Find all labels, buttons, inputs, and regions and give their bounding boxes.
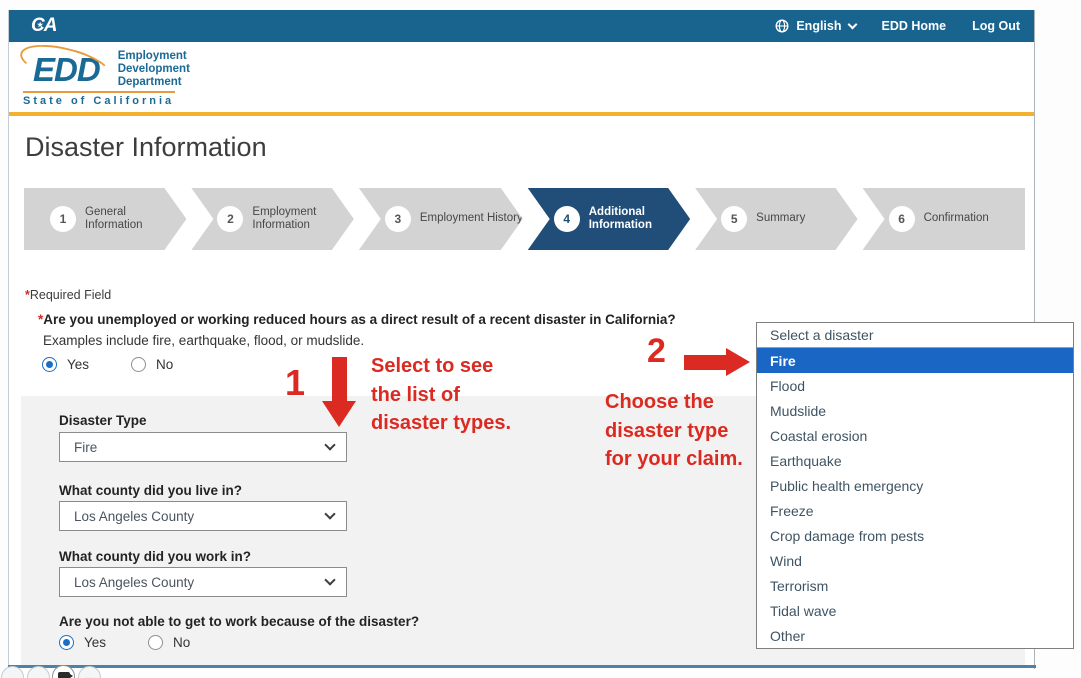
camera-icon [58,672,70,678]
disaster-type-dropdown-list: Select a disaster Fire Flood Mudslide Co… [756,322,1074,649]
topbar: CA ★ English EDD Home Log Out [9,10,1034,42]
edd-page: CA ★ English EDD Home Log Out EDD Em [8,10,1035,669]
annotation-line: disaster type [605,417,743,446]
disaster-type-value: Fire [74,440,97,455]
county-work-select[interactable]: Los Angeles County [59,567,347,597]
red-down-arrow-icon [332,357,347,403]
chevron-down-icon [847,20,857,30]
work-access-question-label: Are you not able to get to work because … [59,614,419,629]
annotation-step1-text: Select to see the list of disaster types… [371,352,511,438]
radio-no-label: No [156,357,173,372]
step-number: 1 [50,206,76,232]
annotation-line: Select to see [371,352,511,381]
annotation-step2-number: 2 [647,332,666,371]
chevron-down-icon [324,574,335,585]
step-wizard: 1 General Information 2 Employment Infor… [24,188,1025,250]
disaster-question-hint: Examples include fire, earthquake, flood… [43,333,364,348]
language-selector[interactable]: English [775,19,855,33]
dropdown-option-public-health-emergency[interactable]: Public health emergency [757,473,1073,498]
step-number: 3 [385,206,411,232]
wizard-step-general-information[interactable]: 1 General Information [24,188,186,250]
annotation-step2-text: Choose the disaster type for your claim. [605,388,743,474]
radio-yes-label: Yes [67,357,89,372]
step-number: 6 [889,206,915,232]
red-down-arrow-head [322,401,356,427]
disaster-type-label: Disaster Type [59,413,147,428]
edd-logo-mark: EDD [23,51,110,89]
county-work-label: What county did you work in? [59,549,251,564]
radio-yes-selected[interactable] [59,635,74,650]
ca-state-logo[interactable]: CA ★ [31,15,56,37]
required-field-note: *Required Field [25,288,111,302]
top-navigation: English EDD Home Log Out [775,19,1020,33]
dropdown-option-terrorism[interactable]: Terrorism [757,573,1073,598]
step-number: 4 [554,206,580,232]
wizard-step-summary[interactable]: 5 Summary [695,188,857,250]
step-label: Confirmation [924,212,989,226]
wizard-step-additional-information[interactable]: 4 Additional Information [528,188,690,250]
annotation-step1-number: 1 [285,362,305,404]
disaster-question-label: *Are you unemployed or working reduced h… [38,312,676,327]
dropdown-option-other[interactable]: Other [757,623,1073,648]
step-label: Employment Information [252,206,324,233]
annotation-line: Choose the [605,388,743,417]
radio-no-label: No [173,635,190,650]
edd-logo-line3: Department [118,76,190,89]
dropdown-option-wind[interactable]: Wind [757,548,1073,573]
dropdown-option-select-a-disaster[interactable]: Select a disaster [757,323,1073,348]
ca-logo-text: CA [31,15,56,36]
wizard-step-confirmation[interactable]: 6 Confirmation [863,188,1025,250]
dropdown-option-mudslide[interactable]: Mudslide [757,398,1073,423]
required-note-text: Required Field [30,288,111,302]
dropdown-option-fire-selected[interactable]: Fire [757,348,1073,373]
radio-no[interactable] [148,635,163,650]
screenshot-canvas: CA ★ English EDD Home Log Out EDD Em [0,0,1081,678]
county-work-value: Los Angeles County [74,575,194,590]
county-live-label: What county did you live in? [59,483,242,498]
dropdown-option-crop-damage-from-pests[interactable]: Crop damage from pests [757,523,1073,548]
step-label: General Information [85,206,157,233]
annotation-line: the list of [371,381,511,410]
dropdown-option-coastal-erosion[interactable]: Coastal erosion [757,423,1073,448]
step-label: Additional Information [589,206,661,233]
wizard-step-employment-history[interactable]: 3 Employment History [359,188,523,250]
dropdown-option-tidal-wave[interactable]: Tidal wave [757,598,1073,623]
edd-logo: EDD Employment Development Department St… [23,50,253,112]
radio-no[interactable] [131,357,146,372]
logout-link[interactable]: Log Out [972,19,1020,33]
edd-logo-line1: Employment [118,50,190,63]
dropdown-option-freeze[interactable]: Freeze [757,498,1073,523]
work-access-radio-group: Yes No [59,635,190,650]
chevron-down-icon [324,439,335,450]
step-label: Employment History [420,212,523,226]
state-of-california-label: State of California [23,91,175,107]
red-right-arrow-icon [684,355,728,370]
annotation-line: for your claim. [605,445,743,474]
disaster-type-select[interactable]: Fire [59,432,347,462]
edd-logo-text: Employment Development Department [118,50,190,89]
annotation-line: disaster types. [371,409,511,438]
disaster-question-radio-group: Yes No [42,357,173,372]
radio-yes-selected[interactable] [42,357,57,372]
step-number: 5 [721,206,747,232]
language-label: English [796,19,841,33]
edd-home-link[interactable]: EDD Home [882,19,947,33]
county-live-select[interactable]: Los Angeles County [59,501,347,531]
page-title: Disaster Information [25,132,267,163]
radio-yes-label: Yes [84,635,106,650]
red-right-arrow-head [726,348,750,376]
wizard-step-employment-information[interactable]: 2 Employment Information [191,188,353,250]
step-label: Summary [756,212,805,226]
disaster-question-text: Are you unemployed or working reduced ho… [43,312,675,327]
county-live-value: Los Angeles County [74,509,194,524]
star-icon: ★ [37,21,42,29]
chevron-down-icon [324,508,335,519]
page-bottom-border [8,665,1036,668]
step-number: 2 [217,206,243,232]
dropdown-option-earthquake[interactable]: Earthquake [757,448,1073,473]
edd-logo-line2: Development [118,63,190,76]
dropdown-option-flood[interactable]: Flood [757,373,1073,398]
gold-divider [9,112,1034,116]
globe-icon [775,19,789,33]
